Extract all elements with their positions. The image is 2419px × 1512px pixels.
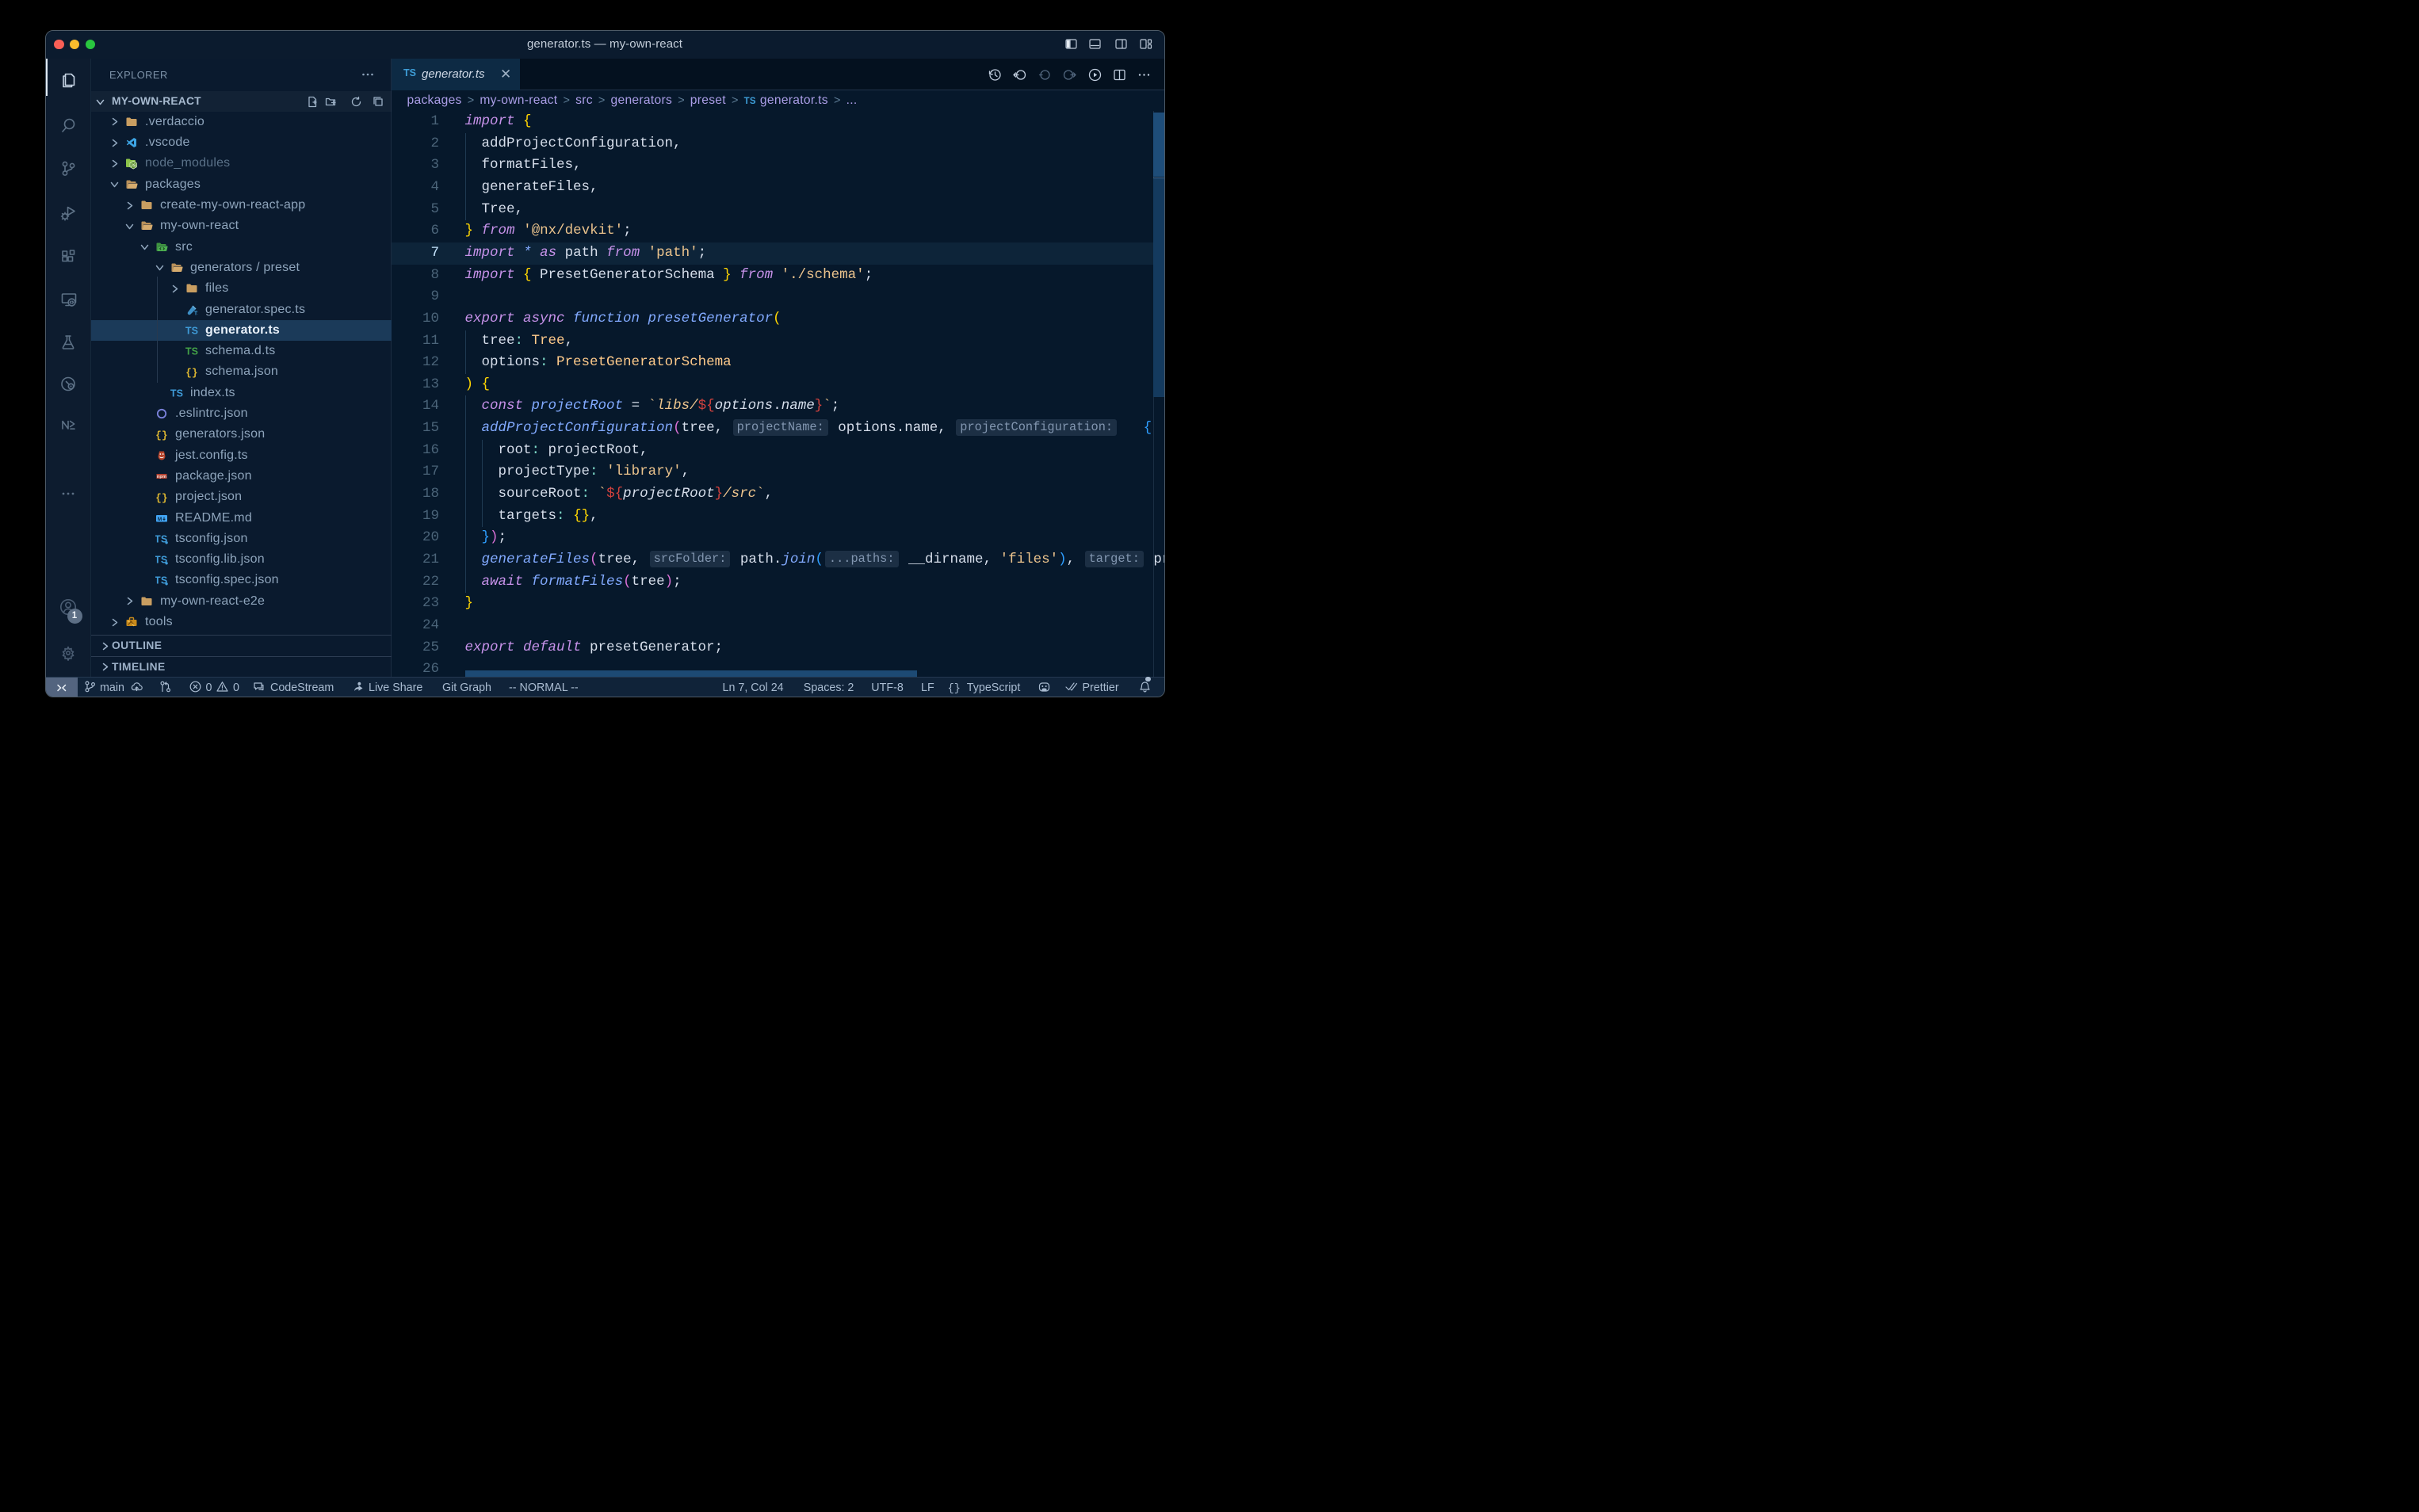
svg-text:JS: JS <box>131 164 136 169</box>
svg-text:TS: TS <box>185 325 198 336</box>
svg-text:{}: {} <box>155 493 167 503</box>
svg-text:npm: npm <box>157 475 166 479</box>
svg-text:TS: TS <box>185 346 198 357</box>
svg-text:TS: TS <box>170 388 183 399</box>
svg-text:TS: TS <box>194 311 198 315</box>
svg-text:{}: {} <box>155 430 167 441</box>
svg-text:{}: {} <box>185 368 197 378</box>
svg-text:M: M <box>158 516 162 521</box>
